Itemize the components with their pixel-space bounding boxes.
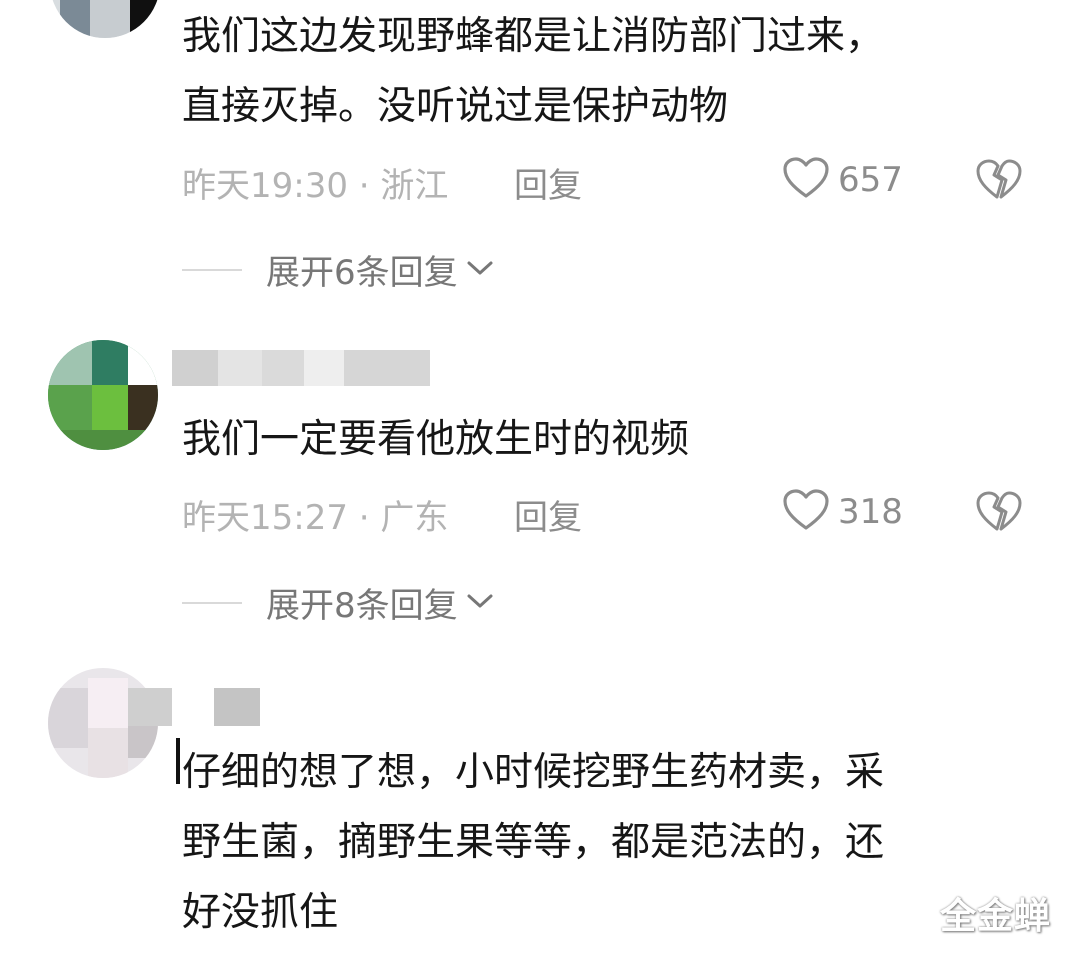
heart-outline-icon [782, 488, 830, 536]
comment-line: 直接灭掉。没听说过是保护动物 [182, 84, 729, 129]
broken-heart-icon [975, 159, 1023, 206]
comment-meta: 昨天19:30 · 浙江 [182, 166, 449, 206]
avatar[interactable] [50, 0, 160, 38]
dislike-button[interactable] [975, 490, 1023, 538]
comment-line: 我们这边发现野蜂都是让消防部门过来， [182, 14, 885, 59]
like-button[interactable]: 657 [782, 156, 903, 204]
expand-replies-label: 展开8条回复 [266, 586, 458, 626]
divider [182, 268, 242, 271]
username-redacted[interactable] [172, 350, 430, 386]
like-count: 657 [838, 160, 903, 200]
reply-button[interactable]: 回复 [514, 158, 582, 207]
like-button[interactable]: 318 [782, 488, 903, 536]
reply-button[interactable]: 回复 [514, 490, 582, 539]
avatar[interactable] [48, 340, 158, 450]
expand-replies-label: 展开6条回复 [266, 253, 458, 293]
comment-text: 我们这边发现野蜂都是让消防部门过来， 直接灭掉。没听说过是保护动物 [182, 2, 884, 142]
comment-line: 野生菌，摘野生果等等，都是范法的，还 [182, 820, 885, 865]
watermark: 全金蝉 [940, 896, 1052, 937]
expand-replies-button[interactable]: 展开6条回复 [182, 245, 494, 294]
comment-text: 我们一定要看他放生时的视频 [182, 405, 689, 475]
chevron-down-icon [458, 592, 494, 614]
comment-meta: 昨天15:27 · 广东 [182, 498, 449, 538]
username-redacted[interactable] [128, 688, 260, 726]
text-cursor [176, 738, 180, 784]
comment-text: 仔细的想了想，小时候挖野生药材卖，采 野生菌，摘野生果等等，都是范法的，还 好没… [182, 738, 884, 948]
like-count: 318 [838, 492, 903, 532]
comment-line: 好没抓住 [182, 890, 339, 935]
expand-replies-button[interactable]: 展开8条回复 [182, 578, 494, 627]
heart-outline-icon [782, 156, 830, 204]
divider [182, 601, 242, 604]
chevron-down-icon [458, 259, 494, 281]
broken-heart-icon [975, 491, 1023, 538]
dislike-button[interactable] [975, 158, 1023, 206]
comment-line: 我们一定要看他放生时的视频 [182, 417, 690, 462]
comment-line: 仔细的想了想，小时候挖野生药材卖，采 [182, 750, 885, 795]
